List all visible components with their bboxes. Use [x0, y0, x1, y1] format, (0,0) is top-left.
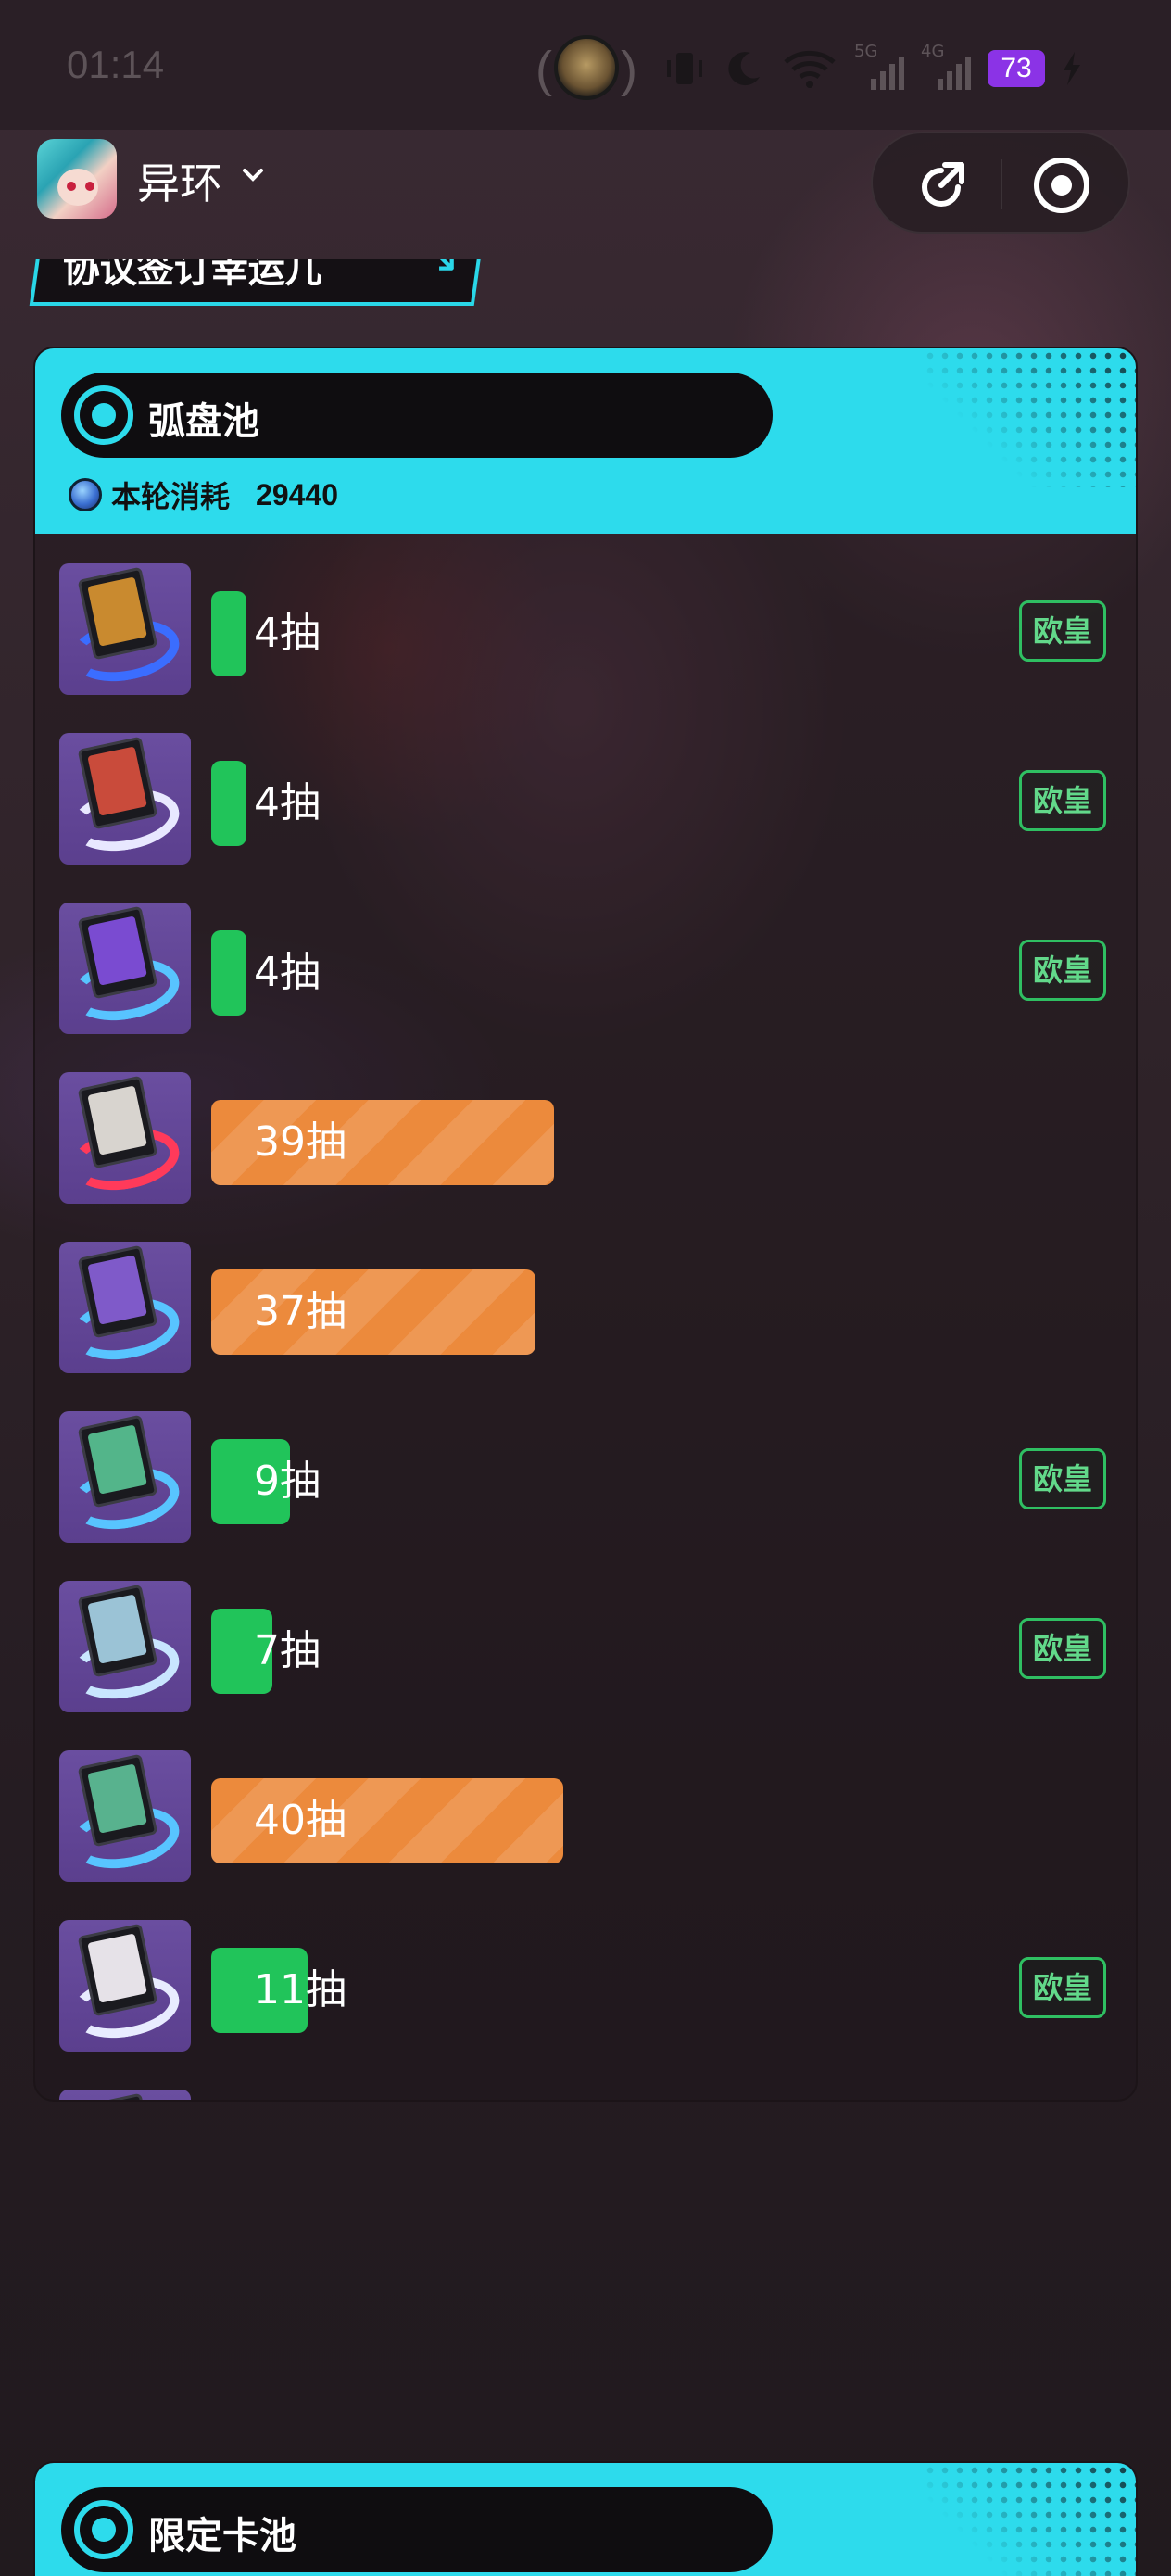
pool-card-arc: 弧盘池 本轮消耗 29440 4抽 欧皇 4抽 欧皇 4抽 欧皇 39抽 37抽 9抽 欧皇 7抽欧…	[33, 347, 1138, 2102]
draw-record-row[interactable]: 37抽	[35, 1212, 1136, 1382]
lucky-badge: 欧皇	[1019, 940, 1106, 1001]
draw-count-bar	[211, 591, 246, 676]
signal-5g-icon: 5G	[854, 42, 904, 92]
item-thumbnail	[59, 1920, 191, 2052]
draw-count-bar	[211, 761, 246, 846]
charging-bolt-icon	[1064, 52, 1080, 85]
draw-record-row[interactable]: 40抽	[35, 1721, 1136, 1890]
arrow-down-right-icon: ↘	[421, 259, 461, 284]
draw-count: 9抽	[254, 1458, 321, 1505]
draw-count: 39抽	[254, 1118, 346, 1166]
paren-right-icon: )	[621, 42, 637, 97]
status-time: 01:14	[67, 43, 165, 86]
item-card-icon	[77, 2092, 158, 2100]
currency-gem-icon	[69, 478, 102, 511]
consume-value: 29440	[256, 477, 338, 511]
lucky-badge: 欧皇	[1019, 770, 1106, 831]
avatar-eye-left	[67, 182, 76, 191]
pool-header: 限定卡池	[35, 2463, 1136, 2576]
halftone-decoration	[923, 2463, 1136, 2576]
mini-app-capsule	[871, 132, 1130, 234]
do-not-disturb-moon-icon	[728, 52, 760, 86]
draw-record-row[interactable]: 9抽 欧皇	[35, 1382, 1136, 1551]
wifi-icon	[784, 50, 836, 88]
item-thumbnail	[59, 1242, 191, 1373]
item-thumbnail	[59, 1750, 191, 1882]
draw-record-row[interactable]: 4抽 欧皇	[35, 873, 1136, 1042]
draw-record-row[interactable]: 7抽 欧皇	[35, 1551, 1136, 1721]
app-name[interactable]: 异环	[137, 150, 222, 211]
capsule-divider	[1001, 159, 1002, 209]
item-thumbnail	[59, 733, 191, 865]
pool-title-pill: 弧盘池	[61, 373, 773, 458]
content-area: 协议签订幸运儿 ↘ 弧盘池 本轮消耗 29440 4抽欧皇4抽欧皇4抽欧皇39抽…	[0, 259, 1171, 2576]
lucky-badge: 欧皇	[1019, 600, 1106, 662]
media-thumbnail-icon	[554, 35, 619, 100]
lucky-badge: 欧皇	[1019, 1957, 1106, 2018]
vibrate-icon	[667, 53, 702, 84]
item-thumbnail	[59, 1411, 191, 1543]
lucky-badge: 欧皇	[1019, 1448, 1106, 1509]
draw-record-list: 4抽欧皇4抽欧皇4抽欧皇39抽37抽9抽欧皇7抽欧皇40抽11抽欧皇12抽欧皇1…	[35, 534, 1136, 2100]
share-icon[interactable]	[915, 159, 967, 211]
promo-tag[interactable]: 协议签订幸运儿 ↘	[29, 259, 486, 306]
draw-count: 37抽	[254, 1288, 346, 1335]
pool-name: 限定卡池	[148, 2515, 296, 2557]
pool-header: 弧盘池 本轮消耗 29440	[35, 348, 1136, 534]
draw-record-row[interactable]: 12抽欧皇	[35, 2060, 1136, 2100]
record-icon[interactable]	[1034, 158, 1089, 213]
item-thumbnail	[59, 1072, 191, 1204]
draw-count: 4抽	[254, 949, 321, 996]
app-avatar[interactable]	[37, 139, 117, 219]
item-thumbnail	[59, 2090, 191, 2100]
consume-summary: 本轮消耗 29440	[69, 474, 338, 515]
consume-label: 本轮消耗	[111, 479, 231, 514]
draw-record-row[interactable]: 11抽 欧皇	[35, 1890, 1136, 2060]
target-icon	[74, 2500, 133, 2559]
draw-count: 4抽	[254, 610, 321, 657]
draw-count: 11抽	[254, 1966, 346, 2014]
draw-count: 4抽	[254, 779, 321, 827]
halftone-decoration	[923, 348, 1136, 487]
status-bar: 01:14 ( ) 5G 4G 73	[0, 0, 1171, 130]
status-icons: 5G 4G 73	[663, 41, 1082, 96]
pool-title-pill: 限定卡池	[61, 2487, 773, 2572]
signal-4g-icon: 4G	[921, 42, 971, 92]
lucky-badge: 欧皇	[1019, 1618, 1106, 1679]
promo-text: 协议签订幸运儿	[62, 259, 322, 291]
item-thumbnail	[59, 903, 191, 1034]
battery-indicator: 73	[988, 50, 1045, 87]
item-thumbnail	[59, 563, 191, 695]
status-media-indicator: ( )	[535, 35, 637, 102]
avatar-eye-right	[85, 182, 94, 191]
draw-count-bar	[211, 930, 246, 1016]
item-thumbnail	[59, 1581, 191, 1712]
draw-record-row[interactable]: 4抽 欧皇	[35, 534, 1136, 703]
draw-count: 7抽	[254, 1627, 321, 1674]
app-header: 异环	[0, 130, 1171, 259]
pool-card-limited: 限定卡池	[33, 2461, 1138, 2576]
target-icon	[74, 385, 133, 445]
pool-name: 弧盘池	[148, 400, 259, 443]
chevron-down-icon[interactable]	[239, 161, 267, 196]
draw-count: 40抽	[254, 1797, 346, 1844]
draw-record-row[interactable]: 39抽	[35, 1042, 1136, 1212]
paren-left-icon: (	[535, 42, 552, 97]
draw-record-row[interactable]: 4抽 欧皇	[35, 703, 1136, 873]
